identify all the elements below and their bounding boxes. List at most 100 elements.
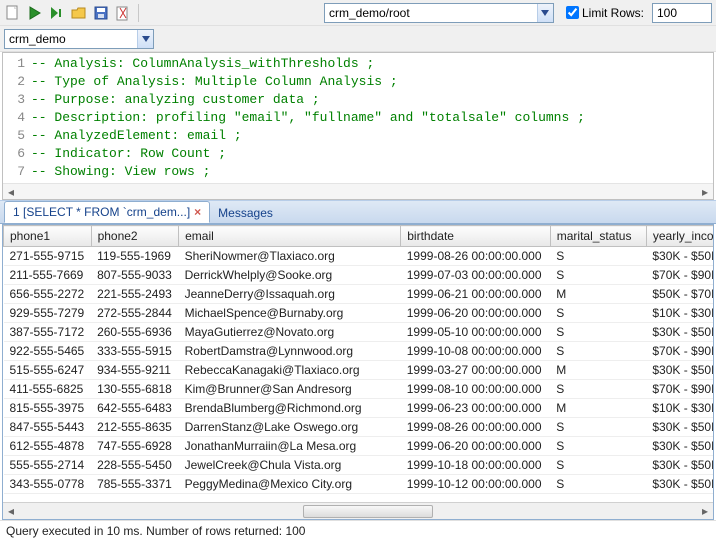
open-icon[interactable] — [70, 4, 88, 22]
save-icon[interactable] — [92, 4, 110, 22]
table-cell: 119-555-1969 — [91, 247, 179, 266]
table-cell: 411-555-6825 — [4, 380, 92, 399]
table-row[interactable]: 411-555-6825130-555-6818Kim@Brunner@San … — [4, 380, 714, 399]
new-sql-icon[interactable] — [4, 4, 22, 22]
table-cell: 228-555-5450 — [91, 456, 179, 475]
column-header[interactable]: birthdate — [401, 226, 551, 247]
scroll-left-icon[interactable]: ◂ — [3, 504, 19, 518]
table-cell: 747-555-6928 — [91, 437, 179, 456]
toolbar-separator — [138, 4, 139, 22]
editor-horizontal-scrollbar[interactable]: ◂ ▸ — [3, 183, 713, 199]
sql-editor[interactable]: 1-- Analysis: ColumnAnalysis_withThresho… — [3, 53, 713, 183]
tab-result-label: 1 [SELECT * FROM `crm_dem...] — [13, 205, 190, 219]
table-cell: $30K - $50K — [646, 247, 713, 266]
close-icon[interactable]: × — [194, 205, 201, 219]
line-number: 6 — [3, 145, 31, 163]
table-row[interactable]: 515-555-6247934-555-9211RebeccaKanagaki@… — [4, 361, 714, 380]
limit-rows-check-input[interactable] — [566, 6, 579, 19]
table-row[interactable]: 271-555-9715119-555-1969SheriNowmer@Tlax… — [4, 247, 714, 266]
table-cell: $70K - $90K — [646, 266, 713, 285]
table-cell: JewelCreek@Chula Vista.org — [179, 456, 401, 475]
table-row[interactable]: 612-555-4878747-555-6928JonathanMurraiin… — [4, 437, 714, 456]
table-cell: SheriNowmer@Tlaxiaco.org — [179, 247, 401, 266]
editor-line: 7-- Showing: View rows ; — [3, 163, 713, 181]
table-cell: 815-555-3975 — [4, 399, 92, 418]
table-cell: 211-555-7669 — [4, 266, 92, 285]
scroll-right-icon[interactable]: ▸ — [697, 504, 713, 518]
table-row[interactable]: 343-555-0778785-555-3371PeggyMedina@Mexi… — [4, 475, 714, 494]
table-row[interactable]: 656-555-2272221-555-2493JeanneDerry@Issa… — [4, 285, 714, 304]
scroll-right-icon[interactable]: ▸ — [697, 185, 713, 199]
scrollbar-thumb[interactable] — [303, 505, 433, 518]
code-text: -- Showing: View rows ; — [31, 163, 210, 181]
table-cell: 1999-06-21 00:00:00.000 — [401, 285, 551, 304]
line-number: 7 — [3, 163, 31, 181]
limit-rows-checkbox[interactable]: Limit Rows: — [566, 6, 644, 20]
table-cell: S — [550, 304, 646, 323]
table-cell: 260-555-6936 — [91, 323, 179, 342]
code-text: -- Analysis: ColumnAnalysis_withThreshol… — [31, 55, 374, 73]
limit-rows-input[interactable] — [652, 3, 712, 23]
line-number: 5 — [3, 127, 31, 145]
sql-editor-pane: 1-- Analysis: ColumnAnalysis_withThresho… — [2, 52, 714, 200]
editor-line: 4-- Description: profiling "email", "ful… — [3, 109, 713, 127]
table-cell: 642-555-6483 — [91, 399, 179, 418]
chevron-down-icon[interactable] — [537, 4, 553, 22]
table-cell: $50K - $70K — [646, 285, 713, 304]
table-cell: S — [550, 380, 646, 399]
table-cell: MichaelSpence@Burnaby.org — [179, 304, 401, 323]
code-text: -- Type of Analysis: Multiple Column Ana… — [31, 73, 398, 91]
tab-result[interactable]: 1 [SELECT * FROM `crm_dem...] × — [4, 201, 210, 223]
line-number: 2 — [3, 73, 31, 91]
column-header[interactable]: phone2 — [91, 226, 179, 247]
table-cell: S — [550, 247, 646, 266]
scroll-left-icon[interactable]: ◂ — [3, 185, 19, 199]
second-toolbar: crm_demo — [0, 26, 716, 52]
code-text: -- Purpose: analyzing customer data ; — [31, 91, 320, 109]
table-cell: 1999-03-27 00:00:00.000 — [401, 361, 551, 380]
table-cell: 1999-10-08 00:00:00.000 — [401, 342, 551, 361]
table-cell: 929-555-7279 — [4, 304, 92, 323]
tab-messages[interactable]: Messages — [210, 203, 281, 223]
table-cell: $10K - $30K — [646, 399, 713, 418]
limit-rows-label: Limit Rows: — [582, 6, 644, 20]
editor-line: 5-- AnalyzedElement: email ; — [3, 127, 713, 145]
table-cell: $10K - $30K — [646, 304, 713, 323]
column-header[interactable]: phone1 — [4, 226, 92, 247]
table-cell: DarrenStanz@Lake Oswego.org — [179, 418, 401, 437]
chevron-down-icon[interactable] — [137, 30, 153, 48]
table-cell: 1999-08-26 00:00:00.000 — [401, 418, 551, 437]
code-text: -- Description: profiling "email", "full… — [31, 109, 585, 127]
table-cell: 1999-06-20 00:00:00.000 — [401, 437, 551, 456]
grid-horizontal-scrollbar[interactable]: ◂ ▸ — [3, 502, 713, 519]
table-cell: 847-555-5443 — [4, 418, 92, 437]
column-header[interactable]: email — [179, 226, 401, 247]
result-grid-scroll[interactable]: phone1phone2emailbirthdatemarital_status… — [3, 225, 713, 502]
table-cell: JeanneDerry@Issaquah.org — [179, 285, 401, 304]
table-cell: RobertDamstra@Lynnwood.org — [179, 342, 401, 361]
table-cell: S — [550, 266, 646, 285]
table-cell: S — [550, 475, 646, 494]
table-cell: M — [550, 399, 646, 418]
table-row[interactable]: 815-555-3975642-555-6483BrendaBlumberg@R… — [4, 399, 714, 418]
editor-line: 2-- Type of Analysis: Multiple Column An… — [3, 73, 713, 91]
table-row[interactable]: 847-555-5443212-555-8635DarrenStanz@Lake… — [4, 418, 714, 437]
database-combo[interactable]: crm_demo — [4, 29, 154, 49]
table-row[interactable]: 387-555-7172260-555-6936MayaGutierrez@No… — [4, 323, 714, 342]
table-row[interactable]: 922-555-5465333-555-5915RobertDamstra@Ly… — [4, 342, 714, 361]
run-icon[interactable] — [26, 4, 44, 22]
table-row[interactable]: 929-555-7279272-555-2844MichaelSpence@Bu… — [4, 304, 714, 323]
column-header[interactable]: yearly_incom — [646, 226, 713, 247]
run-arrow-icon[interactable] — [48, 4, 66, 22]
table-cell: $30K - $50K — [646, 437, 713, 456]
clear-icon[interactable] — [114, 4, 132, 22]
table-cell: 221-555-2493 — [91, 285, 179, 304]
line-number: 1 — [3, 55, 31, 73]
table-cell: 1999-06-23 00:00:00.000 — [401, 399, 551, 418]
table-cell: 387-555-7172 — [4, 323, 92, 342]
connection-combo[interactable]: crm_demo/root — [324, 3, 554, 23]
column-header[interactable]: marital_status — [550, 226, 646, 247]
table-row[interactable]: 211-555-7669807-555-9033DerrickWhelply@S… — [4, 266, 714, 285]
table-row[interactable]: 555-555-2714228-555-5450JewelCreek@Chula… — [4, 456, 714, 475]
table-cell: $30K - $50K — [646, 418, 713, 437]
